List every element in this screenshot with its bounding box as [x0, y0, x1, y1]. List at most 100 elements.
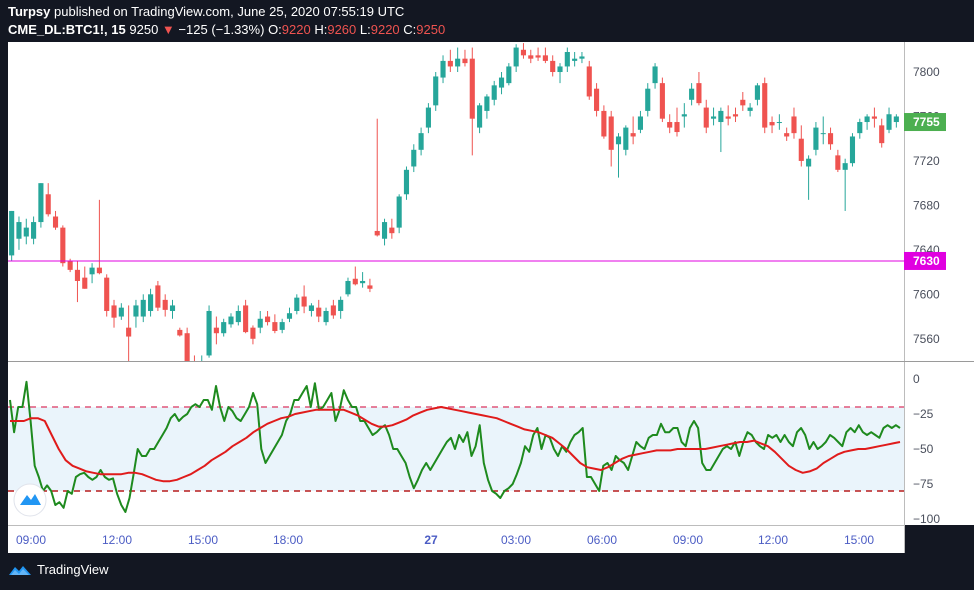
candle-body [462, 58, 468, 64]
time-tick-label: 09:00 [16, 533, 46, 547]
time-tick-label: 03:00 [501, 533, 531, 547]
candle-body [126, 327, 132, 337]
candle-body [243, 305, 249, 333]
candle-body [155, 285, 161, 308]
candle-body [9, 210, 15, 256]
candle-body [718, 110, 724, 123]
price-tick-label: 7560 [913, 332, 940, 346]
last-price-badge-label: 7755 [913, 115, 940, 129]
candle-body [791, 116, 797, 134]
candle-body [849, 136, 856, 164]
price-tick-label: 7800 [913, 65, 940, 79]
footer: TradingView [8, 562, 109, 577]
candle-body [601, 110, 607, 137]
candle-body [308, 305, 314, 311]
candle-body [118, 307, 124, 317]
candle-body [806, 158, 812, 167]
candle-body [762, 83, 768, 128]
candle-body [579, 56, 585, 59]
candle-body [82, 277, 88, 289]
candle-body [52, 216, 59, 228]
candle-body [652, 66, 658, 84]
candle-body [104, 277, 110, 311]
candle-body [257, 318, 263, 328]
oscillator-tick-label: −75 [913, 477, 934, 491]
candle-body [23, 227, 29, 237]
candle-body [842, 163, 848, 170]
candle-body [864, 116, 870, 123]
candle-body [513, 47, 519, 67]
candle-body [674, 122, 680, 133]
candle-body [498, 77, 505, 88]
candle-body [857, 122, 863, 134]
candle-body [689, 88, 695, 100]
candle-body [96, 267, 102, 274]
candle-body [133, 305, 139, 317]
candle-body [769, 122, 775, 126]
price-tick-label: 7680 [913, 198, 940, 212]
candle-body [228, 316, 234, 325]
candle-body [645, 88, 651, 111]
candle-body [623, 127, 629, 150]
candle-body [286, 313, 293, 319]
candle-body [710, 116, 717, 119]
candle-body [381, 222, 388, 239]
candle-body [367, 285, 373, 289]
candle-body [411, 149, 417, 167]
price-tick-label: 7600 [913, 287, 940, 301]
candle-body [506, 66, 512, 84]
candle-body [60, 227, 66, 264]
candle-body [74, 269, 81, 281]
candle-body [455, 58, 461, 67]
candle-body [550, 60, 556, 73]
candle-body [520, 49, 527, 56]
candle-body [586, 66, 592, 97]
candle-body [301, 296, 307, 307]
candle-body [681, 114, 687, 117]
candle-body [140, 299, 146, 317]
candle-body [352, 278, 358, 285]
candle-body [557, 66, 563, 73]
candle-body [389, 227, 395, 234]
candle-body [608, 116, 614, 150]
candle-body [111, 305, 117, 318]
candle-body [338, 299, 344, 311]
candle-body [703, 107, 709, 128]
candle-body [169, 305, 176, 311]
candle-body [162, 299, 168, 310]
time-tick-label: 27 [424, 533, 438, 547]
candle-body [272, 322, 278, 331]
candle-body [433, 76, 439, 106]
candle-body [572, 58, 578, 61]
footer-brand[interactable]: TradingView [37, 562, 109, 577]
candle-body [206, 310, 212, 356]
candle-body [316, 307, 322, 317]
candle-body [827, 133, 834, 145]
candle-body [594, 88, 600, 111]
chart-canvas[interactable]: 7800776077207680764076007560775576300−25… [0, 0, 974, 590]
candle-body [396, 196, 402, 228]
candle-body [148, 294, 154, 311]
candle-body [31, 222, 37, 239]
candle-body [725, 116, 731, 119]
time-tick-label: 09:00 [673, 533, 703, 547]
candle-body [67, 260, 73, 270]
time-tick-label: 15:00 [188, 533, 218, 547]
oscillator-tick-label: 0 [913, 372, 920, 386]
candle-body [221, 322, 227, 334]
candle-body [330, 305, 336, 316]
candle-body [732, 114, 739, 117]
tradingview-logo-icon[interactable] [8, 563, 32, 577]
candle-body [630, 133, 636, 137]
candle-body [89, 267, 95, 275]
oscillator-tick-label: −50 [913, 442, 934, 456]
candle-body [213, 327, 219, 334]
candle-body [235, 310, 241, 323]
candle-body [345, 280, 351, 295]
candle-body [871, 116, 877, 119]
candle-body [484, 96, 490, 111]
oscillator-tick-label: −100 [913, 512, 940, 526]
candle-body [477, 105, 483, 128]
oscillator-tick-label: −25 [913, 407, 934, 421]
candle-body [360, 280, 366, 284]
